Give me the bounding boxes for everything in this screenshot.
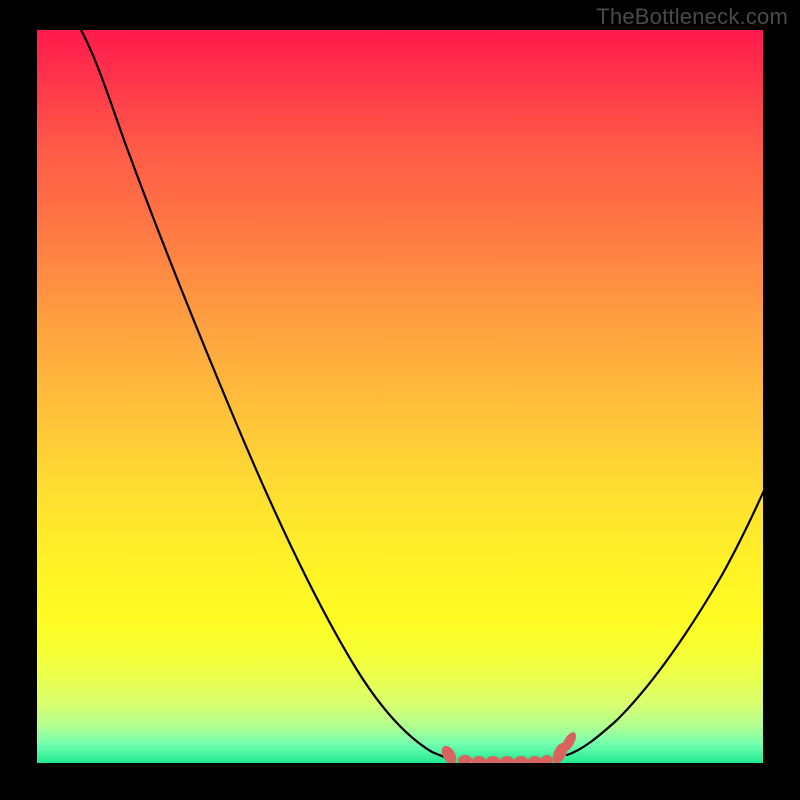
- watermark-text: TheBottleneck.com: [596, 4, 788, 30]
- plot-area: [37, 30, 763, 763]
- optimal-band: [439, 730, 579, 763]
- v-curve: [80, 30, 763, 759]
- chart-container: TheBottleneck.com: [0, 0, 800, 800]
- curve-layer: [37, 30, 763, 763]
